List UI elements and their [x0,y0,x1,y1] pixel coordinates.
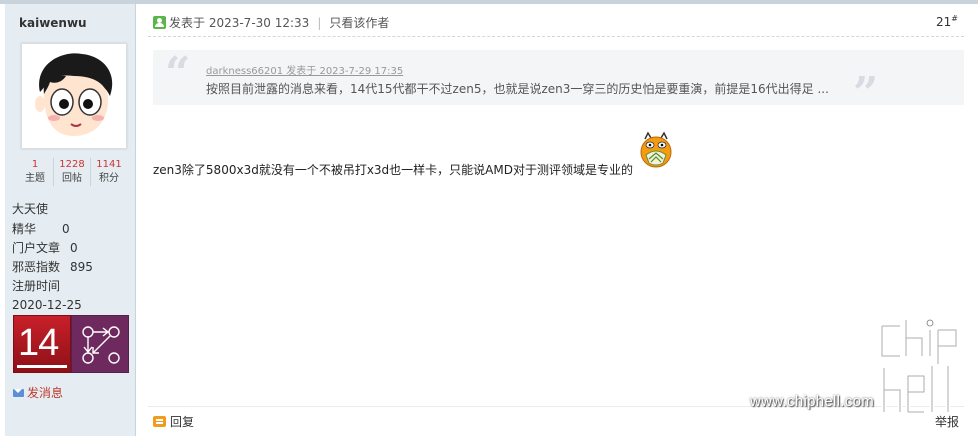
medal-arrows-badge[interactable] [71,315,129,373]
shock-emoticon-icon [640,131,672,168]
watermark-url: www.chiphell.com [750,393,875,410]
info-row-registered: 注册时间2020-12-25 [12,279,82,312]
arrows-network-icon [82,326,120,364]
post-body: zen3除了5800x3d就没有一个不被吊打x3d也一样卡，只能说AMD对于测评… [153,163,633,177]
info-row-digest: 精华 0 [12,222,70,236]
stat-points[interactable]: 1141 积分 [90,158,127,186]
envelope-icon [13,388,24,397]
header-divider [148,36,964,37]
user-online-icon [153,16,166,29]
avatar-face-icon [22,44,126,148]
top-border [0,0,978,4]
reply-button[interactable]: 回复 [153,413,194,430]
open-quote-icon: “ [165,48,191,99]
stat-replies[interactable]: 1228 回帖 [53,158,90,186]
separator: | [317,15,322,30]
chiphell-logo-watermark [879,319,959,415]
username[interactable]: kaiwenwu [19,16,87,30]
only-author-link[interactable]: 只看该作者 [329,14,389,31]
send-message-link[interactable]: 发消息 [13,384,63,401]
info-row-articles: 门户文章 0 [12,241,78,255]
user-info: 精华 0 门户文章 0 邪恶指数 895 注册时间2020-12-25 [12,220,135,315]
post-time: 发表于 2023-7-30 12:33 [169,16,310,30]
avatar[interactable] [21,43,127,149]
user-sidebar: kaiwenwu 1 主题 1228 回帖 1141 积分 大天使 精华 0 门… [5,4,136,436]
quote-block: “ darkness66201 发表于 2023-7-29 17:35 按照目前… [153,48,964,116]
stat-threads[interactable]: 1 主题 [17,158,53,186]
user-rank: 大天使 [12,202,49,216]
info-row-evil-index: 邪恶指数 895 [12,260,93,274]
medal-14-badge[interactable]: 14 [13,315,71,373]
quote-text: 按照目前泄露的消息来看，14代15代都干不过zen5，也就是说zen3一穿三的历… [206,82,829,96]
floor-number[interactable]: 21# [936,14,958,29]
user-stats: 1 主题 1228 回帖 1141 积分 [17,158,127,186]
medals: 14 [13,315,130,373]
close-quote-icon: ” [853,68,879,119]
reply-icon [153,416,166,427]
post-header: 发表于 2023-7-30 12:33 | 只看该作者 [153,14,389,31]
quote-source-link[interactable]: darkness66201 发表于 2023-7-29 17:35 [206,62,403,77]
